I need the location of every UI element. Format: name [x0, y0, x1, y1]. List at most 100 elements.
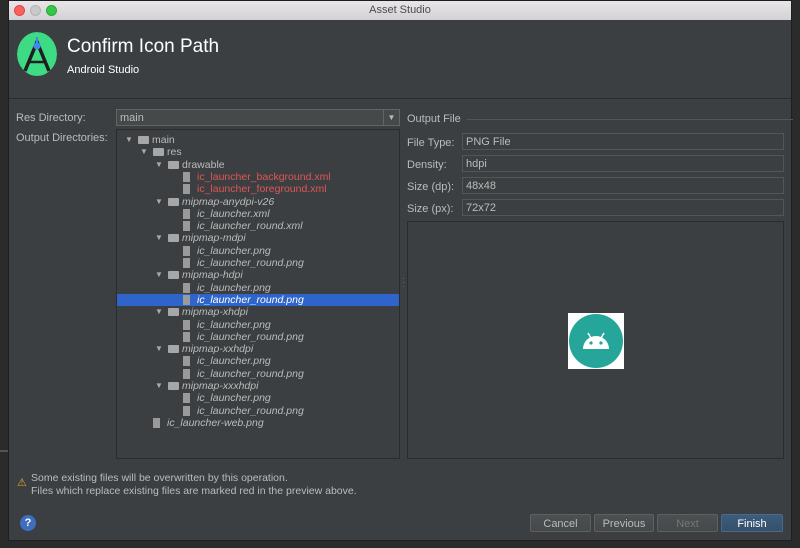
tree-file-row[interactable]: ic_launcher_round.png — [117, 368, 399, 380]
file-icon — [183, 331, 190, 342]
folder-icon — [168, 160, 179, 169]
tree-item-label: ic_launcher_round.xml — [197, 220, 303, 233]
size-px-label: Size (px): — [407, 203, 454, 215]
tree-folder-row[interactable]: ▼ mipmap-xxhdpi — [117, 343, 399, 355]
tree-file-row[interactable]: ic_launcher_round.xml — [117, 220, 399, 232]
expand-toggle-icon[interactable]: ▼ — [155, 380, 163, 392]
tree-folder-row[interactable]: ▼ mipmap-xhdpi — [117, 306, 399, 318]
tree-item-label: ic_launcher.png — [197, 318, 271, 331]
folder-icon — [168, 197, 179, 206]
tree-file-row[interactable]: ic_launcher-web.png — [117, 417, 399, 429]
folder-icon — [168, 271, 179, 280]
tree-file-row[interactable]: ic_launcher_round.png — [117, 405, 399, 417]
file-icon — [183, 208, 190, 219]
folder-icon — [168, 345, 179, 354]
page-subtitle: Android Studio — [67, 64, 140, 76]
tree-item-label: ic_launcher.png — [197, 355, 271, 368]
chevron-down-icon[interactable]: ▼ — [383, 110, 399, 125]
tree-folder-row[interactable]: ▼ main — [117, 134, 399, 146]
next-button[interactable]: Next — [657, 514, 718, 532]
tree-item-label: ic_launcher_round.png — [197, 293, 304, 306]
previous-button[interactable]: Previous — [594, 514, 654, 532]
icon-preview-panel — [407, 221, 784, 459]
tree-item-label: mipmap-xxxhdpi — [182, 380, 259, 392]
tree-folder-row[interactable]: ▼ res — [117, 146, 399, 158]
tree-item-label: ic_launcher_foreground.xml — [197, 183, 327, 196]
tree-item-label: ic_launcher_background.xml — [197, 170, 331, 183]
dialog-header: Confirm Icon Path Android Studio — [9, 20, 791, 99]
warning-icon: ⚠ — [17, 477, 27, 489]
splitter-handle[interactable]: · · · — [402, 275, 405, 291]
tree-item-label: mipmap-mdpi — [182, 232, 246, 245]
tree-item-label: ic_launcher_round.png — [197, 404, 304, 417]
tree-folder-row[interactable]: ▼ mipmap-xxxhdpi — [117, 380, 399, 392]
tree-file-row[interactable]: ic_launcher.png — [117, 245, 399, 257]
tree-file-row[interactable]: ic_launcher_round.png — [117, 257, 399, 269]
background-strip — [0, 450, 8, 452]
tree-folder-row[interactable]: ▼ drawable — [117, 159, 399, 171]
file-icon — [183, 356, 190, 367]
tree-file-row[interactable]: ic_launcher.png — [117, 392, 399, 404]
tree-item-label: ic_launcher_round.png — [197, 367, 304, 380]
finish-button[interactable]: Finish — [721, 514, 783, 532]
density-label: Density: — [407, 159, 447, 171]
tree-item-label: ic_launcher.png — [197, 244, 271, 257]
res-directory-label: Res Directory: — [16, 112, 86, 124]
folder-icon — [168, 382, 179, 390]
tree-file-row[interactable]: ic_launcher.xml — [117, 208, 399, 220]
density-value: hdpi — [466, 158, 487, 170]
tree-file-row[interactable]: ic_launcher.png — [117, 282, 399, 294]
size-px-value: 72x72 — [466, 202, 496, 214]
tree-item-label: res — [167, 146, 182, 159]
expand-toggle-icon[interactable]: ▼ — [155, 269, 163, 281]
size-dp-value: 48x48 — [466, 180, 496, 192]
file-icon — [183, 184, 190, 195]
output-directories-tree[interactable]: ▼ main ▼ res ▼ drawable ic_launcher_background… — [116, 129, 400, 459]
help-button[interactable]: ? — [20, 515, 36, 531]
android-studio-logo-icon — [17, 32, 57, 76]
file-icon — [183, 245, 190, 256]
tree-file-row[interactable]: ic_launcher_round.png — [117, 293, 399, 306]
folder-icon — [168, 234, 179, 243]
tree-item-label: mipmap-xhdpi — [182, 306, 248, 319]
density-field: hdpi — [462, 155, 784, 172]
tree-item-label: ic_launcher_round.png — [197, 330, 304, 343]
tree-item-label: main — [152, 134, 175, 146]
tree-file-row[interactable]: ic_launcher_round.png — [117, 331, 399, 343]
expand-toggle-icon[interactable]: ▼ — [125, 134, 133, 146]
tree-file-row[interactable]: ic_launcher.png — [117, 319, 399, 331]
output-directories-label: Output Directories: — [16, 132, 108, 144]
tree-folder-row[interactable]: ▼ mipmap-mdpi — [117, 232, 399, 244]
icon-preview-image — [568, 313, 624, 369]
expand-toggle-icon[interactable]: ▼ — [140, 146, 148, 158]
expand-toggle-icon[interactable]: ▼ — [155, 343, 163, 355]
expand-toggle-icon[interactable]: ▼ — [155, 232, 163, 244]
folder-icon — [168, 308, 179, 317]
file-icon — [183, 294, 190, 305]
file-icon — [183, 319, 190, 330]
tree-folder-row[interactable]: ▼ mipmap-anydpi-v26 — [117, 196, 399, 208]
cancel-button[interactable]: Cancel — [530, 514, 591, 532]
tree-item-label: ic_launcher_round.png — [197, 257, 304, 269]
expand-toggle-icon[interactable]: ▼ — [155, 159, 163, 171]
file-type-label: File Type: — [407, 137, 455, 149]
file-type-field: PNG File — [462, 133, 784, 150]
file-icon — [183, 405, 190, 416]
file-icon — [183, 282, 190, 293]
tree-file-row[interactable]: ic_launcher_background.xml — [117, 171, 399, 183]
tree-folder-row[interactable]: ▼ mipmap-hdpi — [117, 269, 399, 281]
file-icon — [183, 171, 190, 182]
tree-item-label: mipmap-hdpi — [182, 269, 243, 282]
tree-item-label: ic_launcher.png — [197, 281, 271, 294]
file-icon — [183, 393, 190, 404]
tree-file-row[interactable]: ic_launcher.png — [117, 355, 399, 367]
size-px-field: 72x72 — [462, 199, 784, 216]
size-dp-label: Size (dp): — [407, 181, 455, 193]
expand-toggle-icon[interactable]: ▼ — [155, 196, 163, 208]
warning-line-1: Some existing files will be overwritten … — [31, 472, 288, 484]
tree-file-row[interactable]: ic_launcher_foreground.xml — [117, 183, 399, 195]
file-type-value: PNG File — [466, 136, 511, 148]
res-directory-select[interactable]: main ▼ — [116, 109, 400, 126]
output-file-separator — [467, 119, 793, 120]
expand-toggle-icon[interactable]: ▼ — [155, 306, 163, 318]
